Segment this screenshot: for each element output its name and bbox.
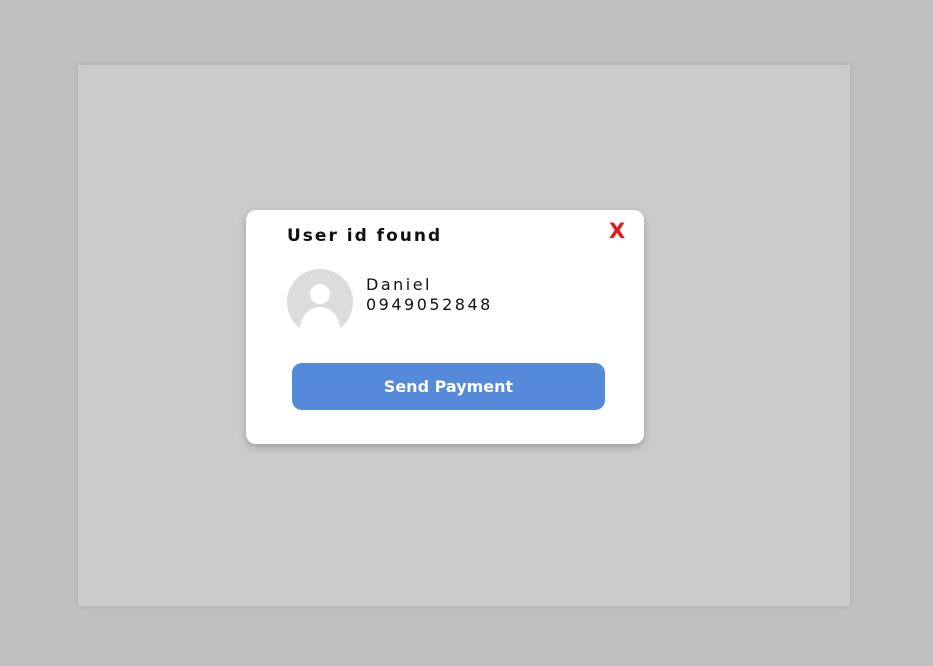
user-phone: 0949052848: [366, 295, 493, 314]
user-avatar-icon: [287, 269, 353, 335]
dialog-title: User id found: [287, 226, 443, 246]
send-payment-button[interactable]: Send Payment: [292, 363, 605, 410]
user-name: Daniel: [366, 275, 432, 294]
user-found-dialog: User id found X Daniel 0949052848 Send P…: [246, 210, 644, 444]
close-button[interactable]: X: [609, 221, 625, 242]
